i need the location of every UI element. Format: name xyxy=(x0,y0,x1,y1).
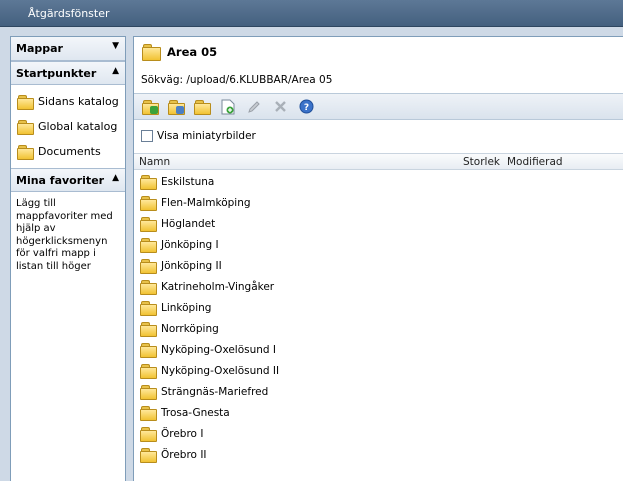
properties-button[interactable] xyxy=(165,97,187,117)
chevron-up-icon[interactable]: ▲︎ xyxy=(112,173,119,183)
left-panel: Mappar ▼︎ Startpunkter ▲︎ Sidans katalog… xyxy=(10,36,126,481)
folder-row[interactable]: Jönköping I xyxy=(134,234,623,255)
folder-name: Katrineholm-Vingåker xyxy=(161,280,275,293)
new-folder-button[interactable] xyxy=(191,97,213,117)
section-favoriter[interactable]: Mina favoriter ▲︎ xyxy=(11,168,125,192)
right-panel: Area 05 Sökväg: /upload/6.KLUBBAR/Area 0… xyxy=(133,36,623,481)
folder-name: Trosa-Gnesta xyxy=(161,406,230,419)
folder-row[interactable]: Linköping xyxy=(134,297,623,318)
folder-icon xyxy=(140,342,157,358)
folder-icon xyxy=(140,426,157,442)
rename-button[interactable] xyxy=(243,97,265,117)
startpunkt-label: Sidans katalog xyxy=(38,95,119,108)
folder-list: Eskilstuna Flen-Malmköping Höglandet Jön… xyxy=(134,171,623,465)
startpunkt-item[interactable]: Global katalog xyxy=(11,114,125,139)
upload-file-button[interactable] xyxy=(217,97,239,117)
thumbnails-toggle[interactable]: Visa miniatyrbilder xyxy=(141,130,256,142)
folder-name: Örebro I xyxy=(161,427,204,440)
folder-row[interactable]: Höglandet xyxy=(134,213,623,234)
section-mappar[interactable]: Mappar ▼︎ xyxy=(11,37,125,61)
startpunkter-list: Sidans katalog Global katalog Documents xyxy=(11,85,125,168)
folder-name: Jönköping I xyxy=(161,238,219,251)
folder-icon xyxy=(140,321,157,337)
chevron-down-icon[interactable]: ▼︎ xyxy=(112,41,119,51)
folder-row[interactable]: Nyköping-Oxelösund I xyxy=(134,339,623,360)
favoriter-help-text: Lägg till mappfavoriter med hjälp av hög… xyxy=(16,198,113,272)
folder-row[interactable]: Katrineholm-Vingåker xyxy=(134,276,623,297)
folder-icon xyxy=(140,216,157,232)
startpunkt-item[interactable]: Documents xyxy=(11,139,125,164)
folder-icon xyxy=(140,174,157,190)
folder-icon xyxy=(140,300,157,316)
folder-row[interactable]: Örebro I xyxy=(134,423,623,444)
startpunkt-label: Documents xyxy=(38,145,101,158)
folder-icon xyxy=(140,258,157,274)
folder-name: Jönköping II xyxy=(161,259,222,272)
folder-icon xyxy=(17,119,34,135)
folder-icon xyxy=(140,237,157,253)
folder-icon xyxy=(140,363,157,379)
folder-row[interactable]: Norrköping xyxy=(134,318,623,339)
startpunkt-label: Global katalog xyxy=(38,120,118,133)
folder-name: Eskilstuna xyxy=(161,175,215,188)
pencil-icon xyxy=(248,100,260,113)
column-size[interactable]: Storlek xyxy=(463,156,500,168)
column-modified[interactable]: Modifierad xyxy=(507,156,563,168)
folder-row[interactable]: Flen-Malmköping xyxy=(134,192,623,213)
svg-text:?: ? xyxy=(303,103,308,113)
folder-name: Flen-Malmköping xyxy=(161,196,251,209)
chevron-up-icon[interactable]: ▲︎ xyxy=(112,66,119,76)
folder-row[interactable]: Strängnäs-Mariefred xyxy=(134,381,623,402)
section-startpunkter[interactable]: Startpunkter ▲︎ xyxy=(11,61,125,85)
folder-row[interactable]: Örebro II xyxy=(134,444,623,465)
column-name[interactable]: Namn xyxy=(139,156,170,168)
folder-name: Nyköping-Oxelösund I xyxy=(161,343,277,356)
section-favoriter-title: Mina favoriter xyxy=(16,174,105,187)
section-mappar-title: Mappar xyxy=(16,42,63,55)
new-folder-icon xyxy=(194,99,211,115)
folder-name: Strängnäs-Mariefred xyxy=(161,385,269,398)
window-title: Åtgärdsfönster xyxy=(28,7,110,20)
delete-icon xyxy=(274,101,286,112)
window-title-bar: Åtgärdsfönster xyxy=(0,0,623,27)
folder-icon xyxy=(17,94,34,110)
startpunkt-item[interactable]: Sidans katalog xyxy=(11,89,125,114)
help-icon: ? xyxy=(299,99,313,114)
folder-icon xyxy=(140,405,157,421)
section-startpunkter-title: Startpunkter xyxy=(16,67,97,80)
folder-row[interactable]: Jönköping II xyxy=(134,255,623,276)
folder-name: Norrköping xyxy=(161,322,219,335)
folder-up-icon xyxy=(142,99,159,115)
toolbar: ? xyxy=(134,93,623,120)
thumbnails-checkbox[interactable] xyxy=(141,130,153,142)
folder-name: Nyköping-Oxelösund II xyxy=(161,364,280,377)
folder-row[interactable]: Nyköping-Oxelösund II xyxy=(134,360,623,381)
current-folder-header: Area 05 xyxy=(142,44,218,61)
folder-name: Linköping xyxy=(161,301,212,314)
folder-name: Höglandet xyxy=(161,217,216,230)
folder-icon xyxy=(140,195,157,211)
thumbnails-label: Visa miniatyrbilder xyxy=(157,130,256,142)
folder-path: Sökväg: /upload/6.KLUBBAR/Area 05 xyxy=(141,74,333,86)
new-file-icon xyxy=(221,99,235,114)
folder-icon xyxy=(142,44,161,61)
folder-row[interactable]: Eskilstuna xyxy=(134,171,623,192)
folder-properties-icon xyxy=(168,99,185,115)
folder-icon xyxy=(140,384,157,400)
folder-icon xyxy=(140,447,157,463)
folder-up-button[interactable] xyxy=(139,97,161,117)
column-header: Namn Storlek Modifierad xyxy=(134,153,623,170)
delete-button[interactable] xyxy=(269,97,291,117)
folder-icon xyxy=(17,144,34,160)
main-frame: Mappar ▼︎ Startpunkter ▲︎ Sidans katalog… xyxy=(0,27,623,481)
folder-row[interactable]: Trosa-Gnesta xyxy=(134,402,623,423)
help-button[interactable]: ? xyxy=(295,97,317,117)
folder-name: Örebro II xyxy=(161,448,207,461)
folder-icon xyxy=(140,279,157,295)
current-folder-title: Area 05 xyxy=(167,45,218,59)
